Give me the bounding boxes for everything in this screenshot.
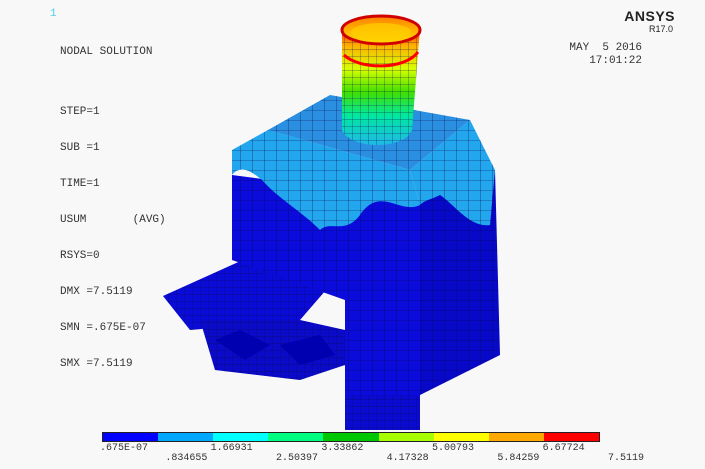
legend-swatch	[103, 433, 159, 441]
legend-swatch	[433, 433, 489, 441]
legend-label-top: 5.00793	[432, 443, 475, 454]
legend-swatch	[378, 433, 434, 441]
legend-label-bottom: 2.50397	[276, 453, 319, 464]
legend-swatch	[268, 433, 324, 441]
legend-label-bottom: 7.5119	[608, 453, 645, 464]
cylinder	[340, 14, 422, 145]
legend-label-top: .675E-07	[100, 443, 149, 454]
legend-color-bar	[102, 432, 600, 442]
legend-label-top: 6.67724	[542, 443, 585, 454]
legend-label-bottom: 4.17328	[386, 453, 429, 464]
legend-swatch	[488, 433, 544, 441]
legend-swatch	[543, 433, 599, 441]
legend-label-bottom: 5.84259	[497, 453, 540, 464]
legend-label-top: 1.66931	[210, 443, 253, 454]
legend-label-bottom: .834655	[165, 453, 208, 464]
legend-swatch	[158, 433, 214, 441]
fe-model-viewport[interactable]	[0, 0, 705, 469]
legend-swatch	[213, 433, 269, 441]
legend-swatch	[323, 433, 379, 441]
legend-label-top: 3.33862	[321, 443, 364, 454]
